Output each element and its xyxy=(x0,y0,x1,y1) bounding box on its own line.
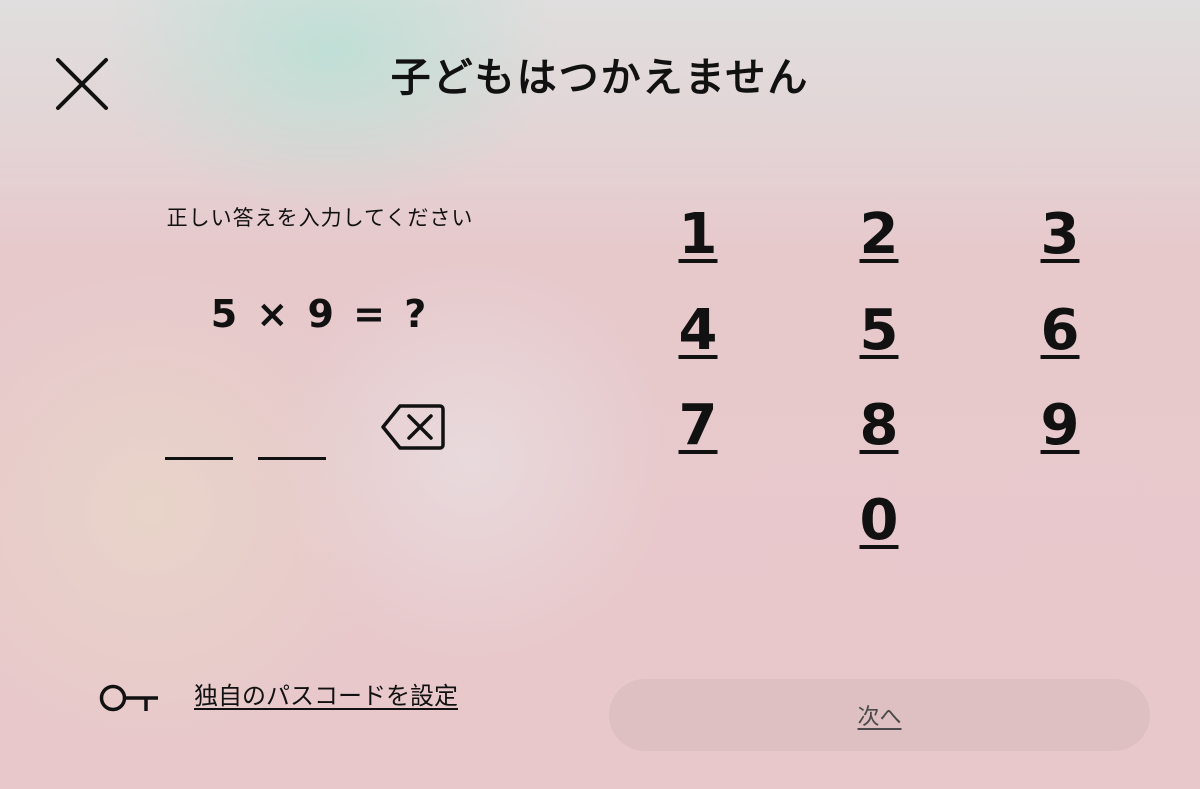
keypad-key-6[interactable]: 6 xyxy=(1015,296,1105,366)
keypad-key-4[interactable]: 4 xyxy=(653,296,743,366)
page-title: 子どもはつかえません xyxy=(390,55,810,101)
keypad-key-3[interactable]: 3 xyxy=(1015,200,1105,270)
answer-slot-1 xyxy=(165,457,233,460)
keypad-key-5[interactable]: 5 xyxy=(834,296,924,366)
keypad-key-1[interactable]: 1 xyxy=(653,200,743,270)
keypad-key-9[interactable]: 9 xyxy=(1015,391,1105,461)
close-icon xyxy=(56,58,108,110)
backspace-icon xyxy=(381,404,445,450)
answer-slot-2 xyxy=(258,457,326,460)
instruction-text: 正しい答えを入力してください xyxy=(166,206,474,230)
key-icon xyxy=(98,682,160,714)
keypad-key-2[interactable]: 2 xyxy=(834,200,924,270)
math-question: 5 × 9 = ? xyxy=(210,292,430,336)
keypad-key-0[interactable]: 0 xyxy=(834,486,924,556)
set-custom-passcode-link[interactable]: 独自のパスコードを設定 xyxy=(194,679,458,713)
keypad-key-7[interactable]: 7 xyxy=(653,391,743,461)
next-button-label: 次へ xyxy=(857,705,902,730)
backspace-button[interactable] xyxy=(380,402,446,452)
close-button[interactable] xyxy=(50,52,114,116)
next-button[interactable]: 次へ xyxy=(609,679,1150,751)
keypad-key-8[interactable]: 8 xyxy=(834,391,924,461)
